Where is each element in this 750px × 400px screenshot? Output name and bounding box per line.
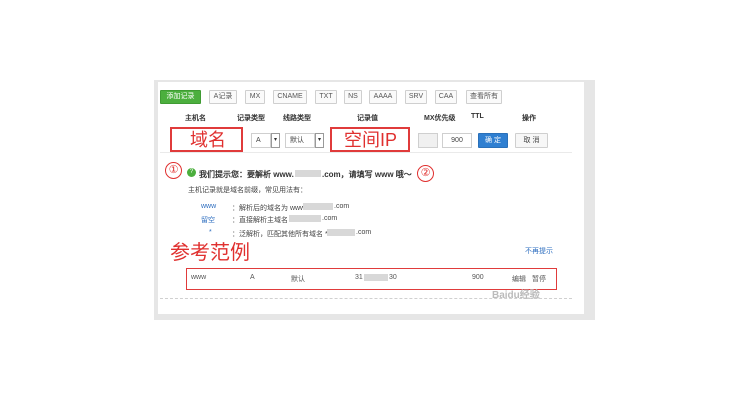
hint-desc-www: ：解析后的域名为 www. (232, 205, 307, 212)
redacted-domain (295, 170, 321, 177)
tab-aaaa[interactable]: AAAA (369, 90, 397, 104)
hint-title-a: 我们提示您：要解析 www. (199, 170, 294, 179)
column-line: 线路类型 (283, 115, 311, 122)
mx-priority-input[interactable] (418, 133, 438, 148)
example-annotation: 参考范例 (170, 242, 250, 264)
example-value-a: 31 (355, 274, 363, 281)
hint-title-b: .com，请填写 www 哦～ (322, 170, 412, 179)
dismiss-hint-link[interactable]: 不再提示 (525, 246, 553, 256)
column-ops: 操作 (522, 115, 536, 122)
hint-key-empty: 留空 (201, 217, 215, 224)
chevron-down-icon[interactable]: ▾ (315, 133, 324, 148)
line-type-select[interactable]: 默认 (285, 133, 315, 148)
chevron-down-icon[interactable]: ▾ (271, 133, 280, 148)
ip-annotation: 空间IP (344, 130, 398, 150)
tab-srv[interactable]: SRV (405, 90, 427, 104)
example-type: A (250, 274, 255, 281)
hint-desc-wildcard: ：泛解析，匹配其他所有域名 *. (232, 231, 330, 238)
column-mx: MX优先级 (424, 115, 456, 122)
cancel-button[interactable]: 取 消 (515, 133, 548, 148)
hint-key-www: www (201, 203, 217, 210)
redacted-domain (289, 215, 321, 222)
hint-subtitle: 主机记录就是域名前缀，常见用法有： (188, 187, 307, 194)
column-value: 记录值 (357, 115, 378, 122)
redacted-domain (327, 229, 355, 236)
edit-link[interactable]: 编辑 (512, 274, 526, 284)
domain-annotation: 域名 (190, 130, 226, 150)
tab-a-record[interactable]: A记录 (209, 90, 237, 104)
step-2-marker: ② (417, 165, 434, 182)
hint-suffix-wildcard: .com (356, 229, 372, 236)
tab-txt[interactable]: TXT (315, 90, 337, 104)
tab-view-all[interactable]: 查看所有 (466, 90, 502, 104)
hint-suffix-www: .com (334, 203, 350, 210)
example-host: www (191, 274, 207, 281)
step-1-marker: ① (165, 162, 182, 179)
example-ttl: 900 (472, 274, 484, 281)
hint-desc-empty: ：直接解析主域名 (232, 217, 288, 224)
tab-caa[interactable]: CAA (435, 90, 457, 104)
example-line: 默认 (291, 276, 305, 283)
confirm-button[interactable]: 确 定 (478, 133, 508, 148)
record-type-select[interactable]: A (251, 133, 271, 148)
redacted-ip (364, 274, 388, 281)
hint-suffix-empty: .com (322, 215, 338, 222)
ttl-input[interactable]: 900 (442, 133, 472, 148)
question-icon: ? (187, 168, 196, 177)
tab-ns[interactable]: NS (344, 90, 362, 104)
pause-link[interactable]: 暂停 (532, 274, 546, 284)
watermark: Baidu经验 (492, 290, 540, 301)
example-value-b: 30 (389, 274, 397, 281)
tab-mx[interactable]: MX (245, 90, 265, 104)
tab-cname[interactable]: CNAME (273, 90, 307, 104)
column-ttl: TTL (471, 113, 484, 120)
redacted-domain (303, 203, 333, 210)
column-type: 记录类型 (237, 115, 265, 122)
hint-key-wildcard: * (209, 229, 212, 236)
add-record-button[interactable]: 添加记录 (160, 90, 201, 104)
column-host: 主机名 (185, 115, 206, 122)
